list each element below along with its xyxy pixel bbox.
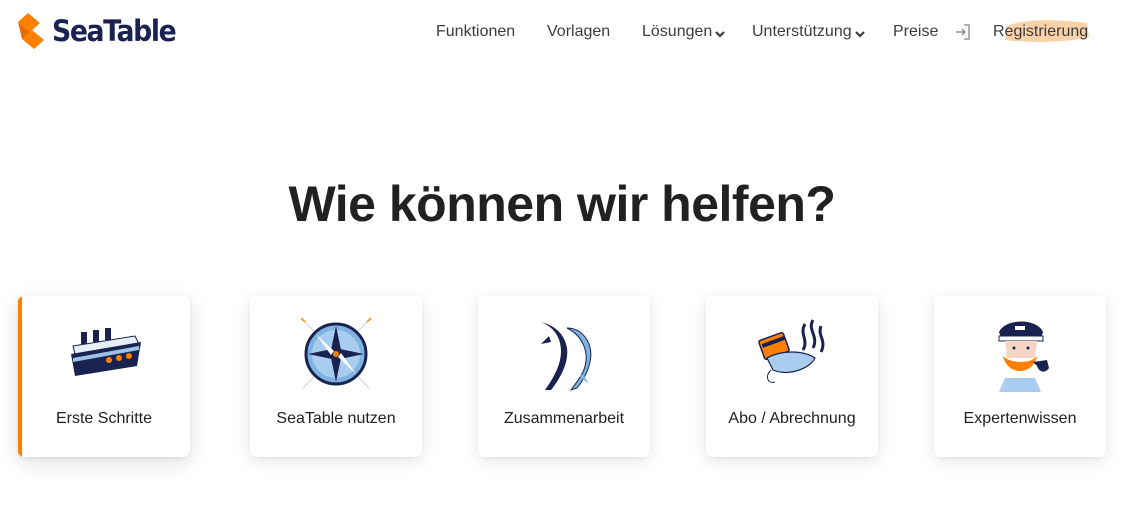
nav-item-label: Funktionen (436, 23, 516, 40)
help-card-expertenwissen[interactable]: Expertenwissen (934, 296, 1106, 457)
card-label: SeaTable nutzen (276, 410, 396, 427)
login-icon[interactable] (953, 22, 973, 42)
nav-item-funktionen[interactable]: Funktionen (436, 20, 515, 44)
page-title: Wie können wir helfen? (288, 176, 836, 232)
nav-item-label: Unterstützung (752, 23, 852, 40)
credit-card-shell-icon (758, 319, 825, 383)
nav-item-loesungen[interactable]: Lösungen (642, 20, 726, 44)
register-link[interactable]: Registrierung (993, 20, 1089, 44)
nav-item-label: Lösungen (642, 23, 713, 40)
nav-item-label: Vorlagen (547, 23, 611, 40)
ship-icon (71, 328, 141, 376)
card-label: Abo / Abrechnung (728, 410, 856, 427)
chevron-down-icon (715, 31, 726, 38)
nav-item-vorlagen[interactable]: Vorlagen (547, 20, 610, 44)
help-card-seatable-nutzen[interactable]: SeaTable nutzen (250, 296, 422, 457)
main-nav: Funktionen Vorlagen Lösungen Unterstützu… (0, 20, 1130, 44)
sea-captain-icon (998, 321, 1049, 392)
nav-item-unterstuetzung[interactable]: Unterstützung (752, 20, 865, 44)
help-card-erste-schritte[interactable]: Erste Schritte (18, 296, 190, 457)
nav-item-label: Preise (893, 23, 939, 40)
card-label: Erste Schritte (55, 410, 153, 427)
chevron-down-icon (854, 31, 865, 38)
compass-icon (300, 317, 372, 389)
dolphins-icon (541, 322, 592, 391)
help-card-abo-abrechnung[interactable]: Abo / Abrechnung (706, 296, 878, 457)
card-label: Zusammenarbeit (503, 410, 625, 427)
site-header: SeaTable Funktionen Vorlagen Lösungen Un… (0, 0, 1130, 64)
help-card-zusammenarbeit[interactable]: Zusammenarbeit (478, 296, 650, 457)
nav-item-preise[interactable]: Preise (893, 20, 938, 44)
card-label: Expertenwissen (963, 410, 1077, 427)
register-label: Registrierung (993, 23, 1089, 40)
